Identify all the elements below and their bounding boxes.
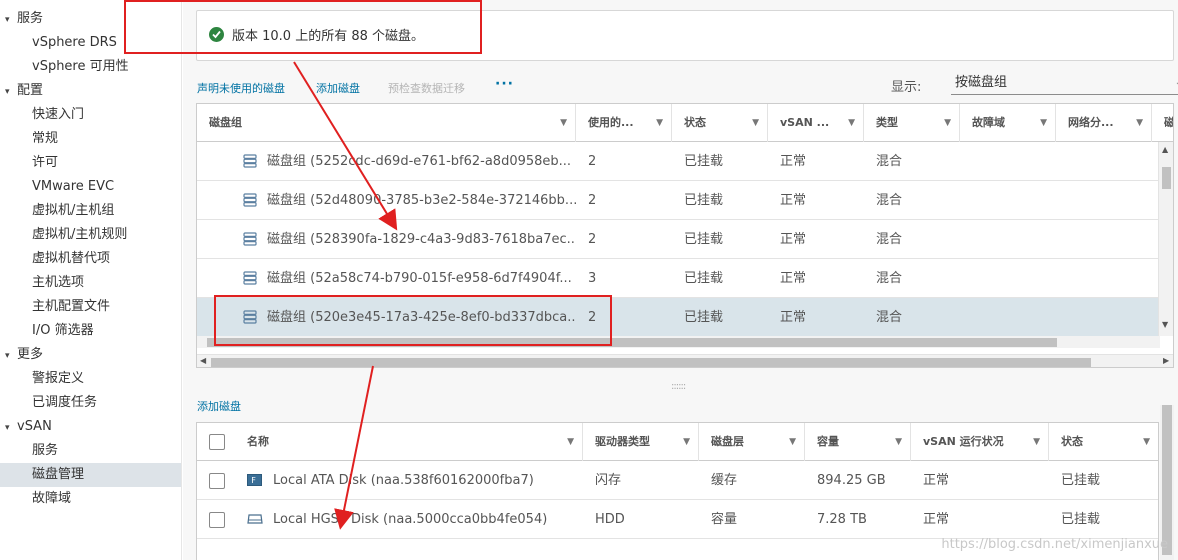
watermark: https://blog.csdn.net/ximenjianxue (941, 537, 1168, 552)
annotation-arrows (293, 61, 398, 530)
